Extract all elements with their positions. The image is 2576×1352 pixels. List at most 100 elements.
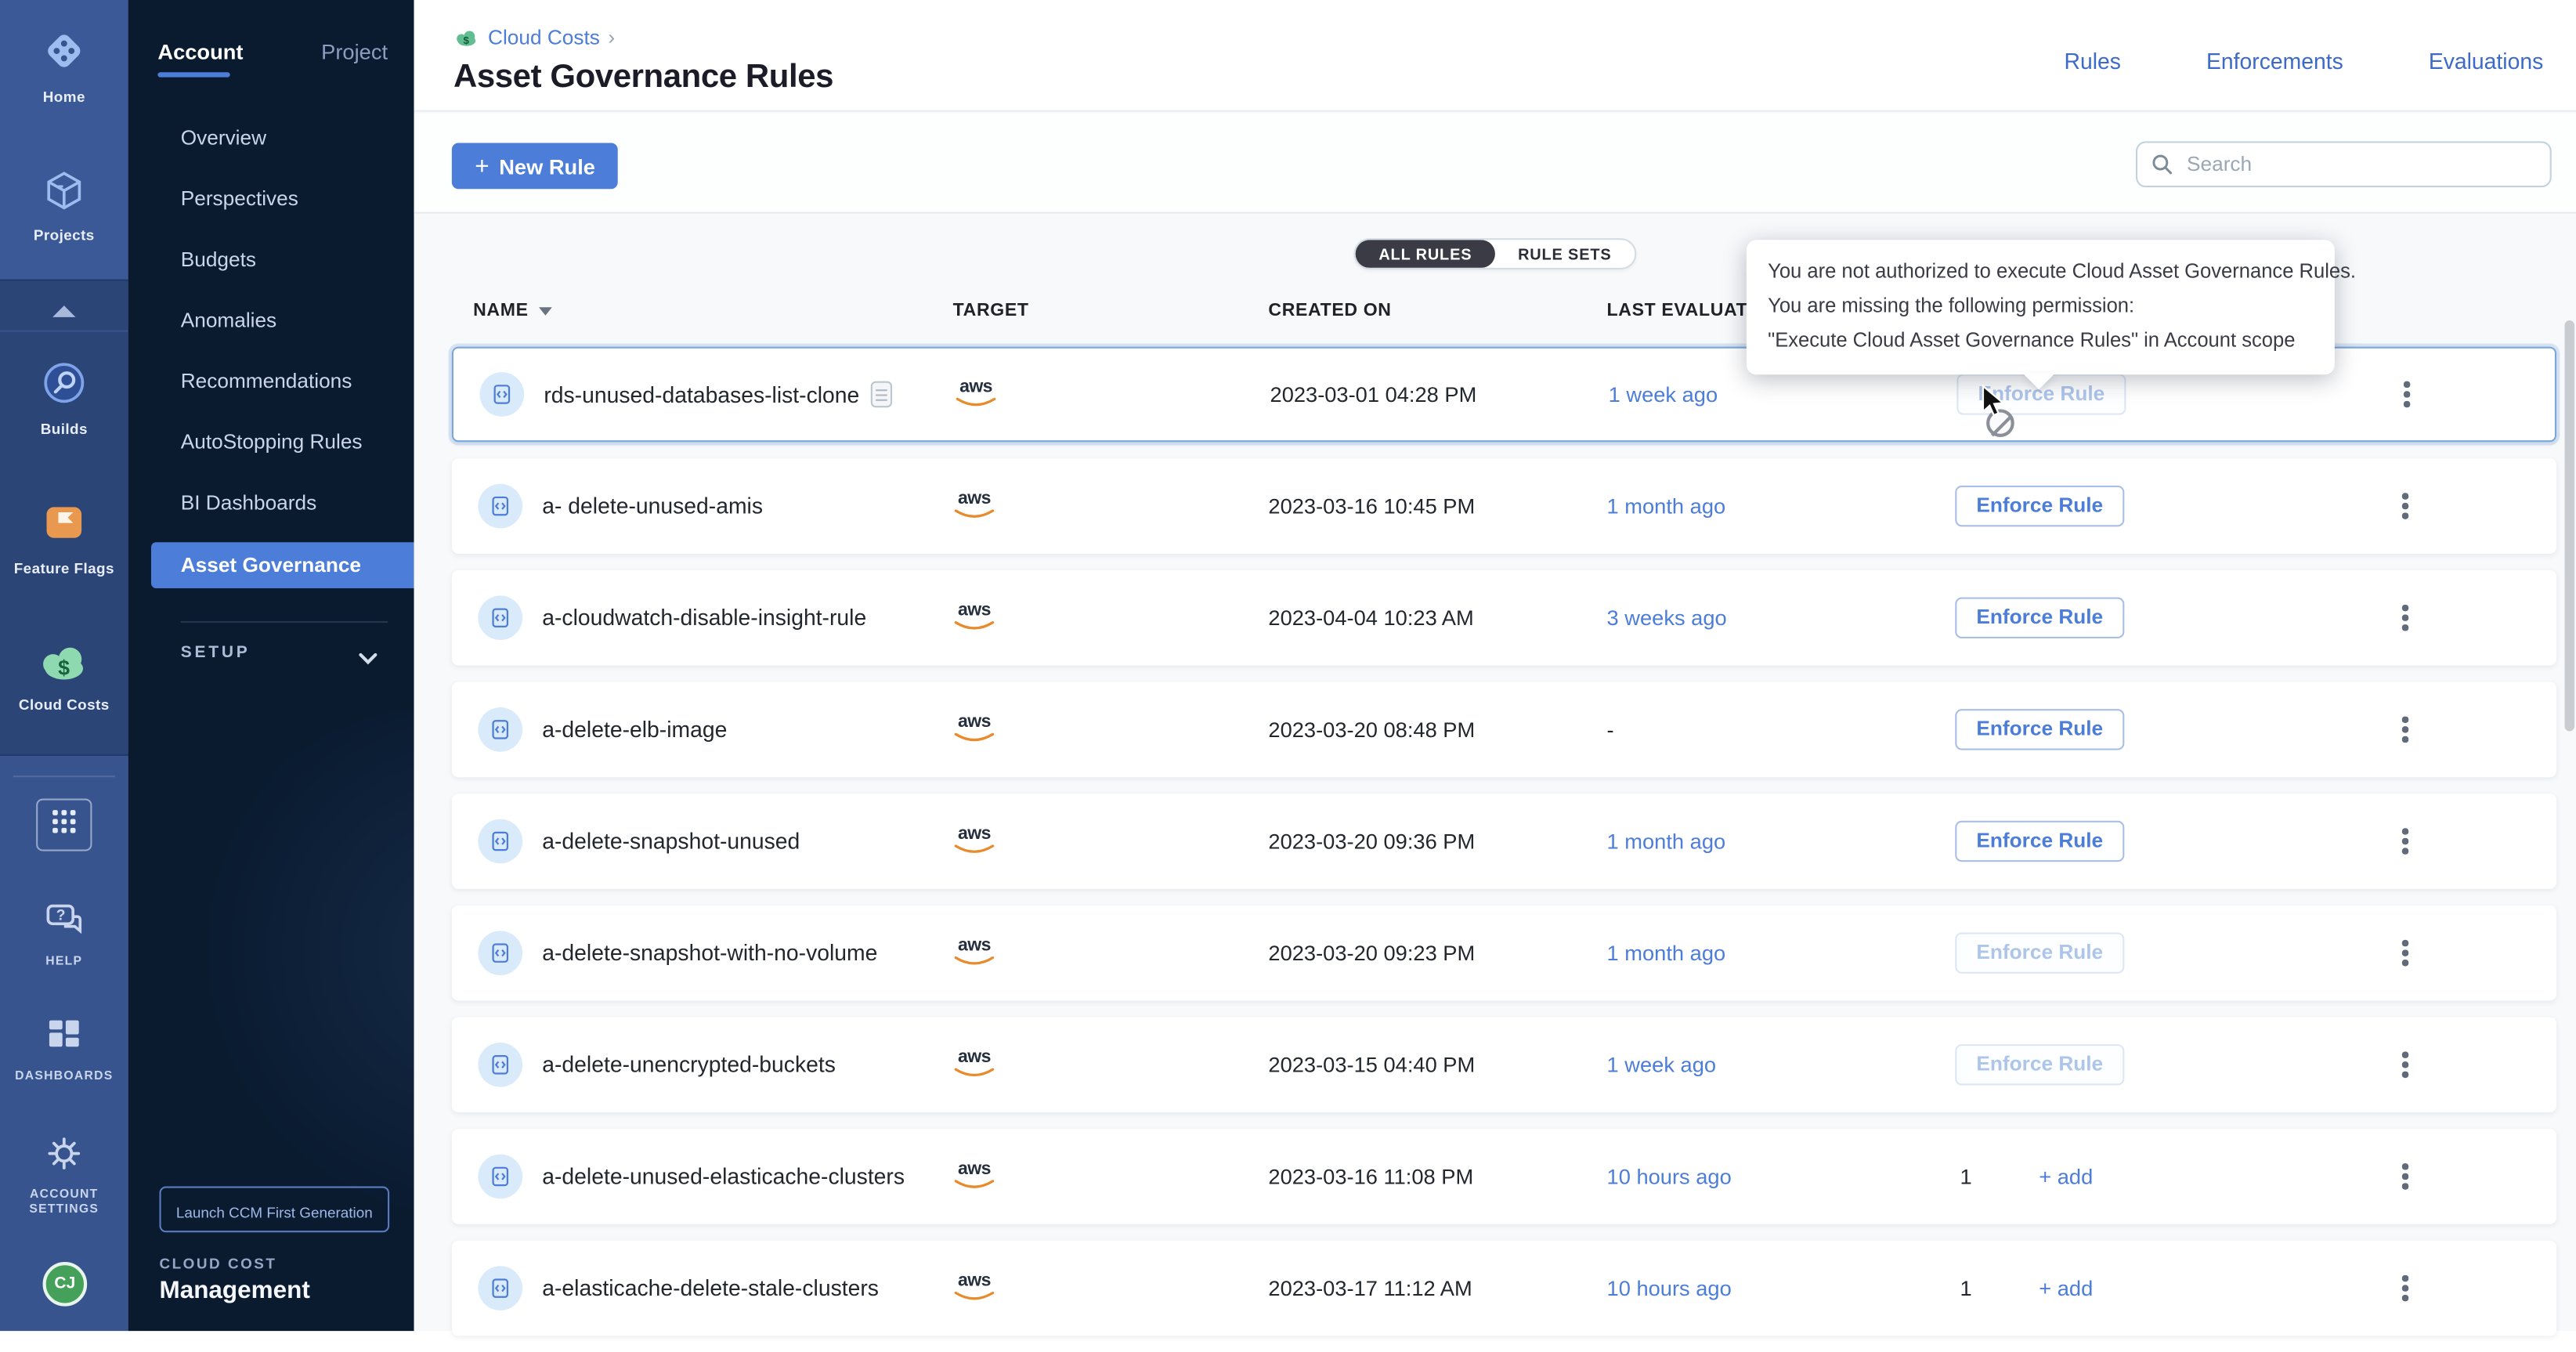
created-on: 2023-04-04 10:23 AM (1268, 606, 1473, 630)
row-menu-kebab-icon[interactable] (2390, 1159, 2420, 1195)
rule-name[interactable]: a-delete-snapshot-unused (542, 829, 800, 853)
mouse-cursor (1982, 385, 2006, 428)
table-row[interactable]: a-delete-unencrypted-buckets aws 2023-03-1… (452, 1017, 2556, 1112)
enforce-rule-button[interactable]: Enforce Rule (1955, 1044, 2124, 1085)
table-row[interactable]: a- delete-unused-amisaws2023-03-16 10:45… (452, 458, 2556, 554)
last-evaluation[interactable]: 1 week ago (1609, 382, 1718, 407)
enforce-rule-button[interactable]: Enforce Rule (1955, 486, 2124, 526)
nav-item-recommendations[interactable]: Recommendations (128, 352, 414, 413)
new-rule-button[interactable]: + New Rule (452, 143, 618, 189)
vertical-scrollbar[interactable] (2565, 320, 2575, 731)
target-aws-logo: aws (953, 938, 996, 969)
enforce-rule-button[interactable]: Enforce Rule (1955, 821, 2124, 862)
last-evaluation[interactable]: 10 hours ago (1607, 1276, 1732, 1300)
created-on: 2023-03-15 04:40 PM (1268, 1053, 1475, 1077)
toggle-rule-sets[interactable]: RULE SETS (1495, 240, 1635, 268)
rule-icon (480, 372, 525, 417)
last-evaluation[interactable]: 1 month ago (1607, 941, 1726, 965)
header-link-evaluations[interactable]: Evaluations (2429, 49, 2543, 74)
table-row[interactable]: a-elasticache-delete-stale-clustersaws20… (452, 1241, 2556, 1336)
rule-icon (478, 1266, 522, 1310)
rules-table-area: ALL RULES RULE SETS NAME TARGET CREATED … (414, 215, 2576, 1331)
sidebar-item-home[interactable]: Home (0, 27, 128, 106)
rule-name[interactable]: a-delete-unencrypted-buckets (542, 1053, 836, 1077)
table-row[interactable]: a-delete-snapshot-unusedaws2023-03-20 09… (452, 793, 2556, 889)
nav-item-autostopping-rules[interactable]: AutoStopping Rules (128, 413, 414, 474)
rule-name[interactable]: a-cloudwatch-disable-insight-rule (542, 606, 866, 630)
row-menu-kebab-icon[interactable] (2390, 823, 2420, 859)
column-header-created-on: CREATED ON (1268, 301, 1391, 320)
header-link-enforcements[interactable]: Enforcements (2206, 49, 2343, 74)
row-menu-kebab-icon[interactable] (2390, 1271, 2420, 1307)
breadcrumb: $ Cloud Costs › (453, 27, 615, 49)
last-evaluation[interactable]: 10 hours ago (1607, 1164, 1732, 1188)
rule-name[interactable]: a-delete-unused-elasticache-clusters (542, 1164, 905, 1188)
row-menu-kebab-icon[interactable] (2390, 1047, 2420, 1083)
search-box[interactable] (2136, 141, 2552, 187)
sidebar-item-builds[interactable]: Builds (0, 358, 128, 437)
last-evaluation[interactable]: 1 month ago (1607, 493, 1726, 518)
column-header-name[interactable]: NAME (473, 301, 551, 320)
rule-name[interactable]: a-delete-snapshot-with-no-volume (542, 941, 877, 965)
setup-section-label[interactable]: SETUP (181, 644, 251, 662)
sidebar-item-dashboards[interactable]: DASHBOARDS (0, 1015, 128, 1084)
chevron-down-icon[interactable] (358, 644, 378, 674)
rule-name[interactable]: a-elasticache-delete-stale-clusters (542, 1276, 879, 1300)
launch-ccm-first-gen-button[interactable]: Launch CCM First Generation (159, 1187, 389, 1233)
sort-caret-icon[interactable] (538, 306, 551, 314)
dashboards-icon (0, 1015, 128, 1063)
table-row[interactable]: a-delete-elb-imageaws2023-03-20 08:48 PM… (452, 682, 2556, 778)
table-row[interactable]: a-delete-snapshot-with-no-volumeaws2023-… (452, 906, 2556, 1001)
search-input[interactable] (2184, 151, 2537, 178)
header-link-rules[interactable]: Rules (2065, 49, 2121, 74)
nav-item-budgets[interactable]: Budgets (128, 230, 414, 291)
enforce-rule-button[interactable]: Enforce Rule (1955, 709, 2124, 750)
target-aws-logo: aws (953, 1049, 996, 1080)
permission-tooltip: You are not authorized to execute Cloud … (1747, 240, 2335, 374)
rule-name[interactable]: rds-unused-databases-list-clone (544, 381, 892, 408)
row-menu-kebab-icon[interactable] (2390, 935, 2420, 971)
last-evaluation[interactable]: 1 week ago (1607, 1053, 1716, 1077)
add-enforcement-link[interactable]: + add (2039, 1276, 2093, 1300)
sidebar-item-feature-flags[interactable]: Feature Flags (0, 498, 128, 577)
home-icon (0, 27, 128, 84)
breadcrumb-cloud-costs-link[interactable]: Cloud Costs (488, 27, 600, 49)
target-aws-logo: aws (953, 1161, 996, 1192)
module-picker-button[interactable] (36, 798, 92, 851)
table-row[interactable]: a-delete-unused-elasticache-clustersaws2… (452, 1129, 2556, 1224)
last-evaluation[interactable]: 1 month ago (1607, 829, 1726, 853)
rule-name[interactable]: a- delete-unused-amis (542, 493, 763, 518)
copy-rule-icon[interactable] (871, 381, 892, 408)
row-menu-kebab-icon[interactable] (2392, 376, 2422, 412)
rule-name[interactable]: a-delete-elb-image (542, 718, 727, 742)
sidebar-item-cloud-costs[interactable]: $ Cloud Costs (0, 641, 128, 713)
rule-icon (478, 707, 522, 752)
enforce-rule-button[interactable]: Enforce Rule (1955, 598, 2124, 638)
nav-item-perspectives[interactable]: Perspectives (128, 169, 414, 230)
product-eyebrow: CLOUD COST (159, 1256, 276, 1272)
enforcement-count: 1 (1960, 1164, 1972, 1188)
sidebar-item-help[interactable]: ? HELP (0, 901, 128, 970)
toolbar: + New Rule (414, 114, 2576, 214)
row-menu-kebab-icon[interactable] (2390, 488, 2420, 524)
table-row[interactable]: a-cloudwatch-disable-insight-ruleaws2023… (452, 570, 2556, 666)
user-avatar[interactable]: CJ (43, 1262, 88, 1307)
nav-item-asset-governance[interactable]: Asset Governance (151, 542, 414, 588)
nav-item-bi-dashboards[interactable]: BI Dashboards (128, 473, 414, 534)
rule-icon (478, 1043, 522, 1087)
tab-account[interactable]: Account (157, 39, 243, 63)
row-menu-kebab-icon[interactable] (2390, 711, 2420, 747)
nav-item-overview[interactable]: Overview (128, 108, 414, 169)
sidebar-item-account-settings[interactable]: ACCOUNT SETTINGS (0, 1133, 128, 1216)
enforce-rule-button[interactable]: Enforce Rule (1955, 932, 2124, 973)
rail-collapse-toggle[interactable] (0, 292, 128, 331)
add-enforcement-link[interactable]: + add (2039, 1164, 2093, 1188)
nav-item-anomalies[interactable]: Anomalies (128, 291, 414, 352)
last-evaluation[interactable]: 3 weeks ago (1607, 606, 1727, 630)
tab-project[interactable]: Project (321, 39, 388, 63)
sidebar-item-projects[interactable]: Projects (0, 168, 128, 243)
sidebar-item-label: ACCOUNT SETTINGS (0, 1187, 128, 1216)
row-menu-kebab-icon[interactable] (2390, 600, 2420, 636)
toggle-all-rules[interactable]: ALL RULES (1356, 240, 1495, 268)
sidebar-item-label: Feature Flags (0, 560, 128, 577)
